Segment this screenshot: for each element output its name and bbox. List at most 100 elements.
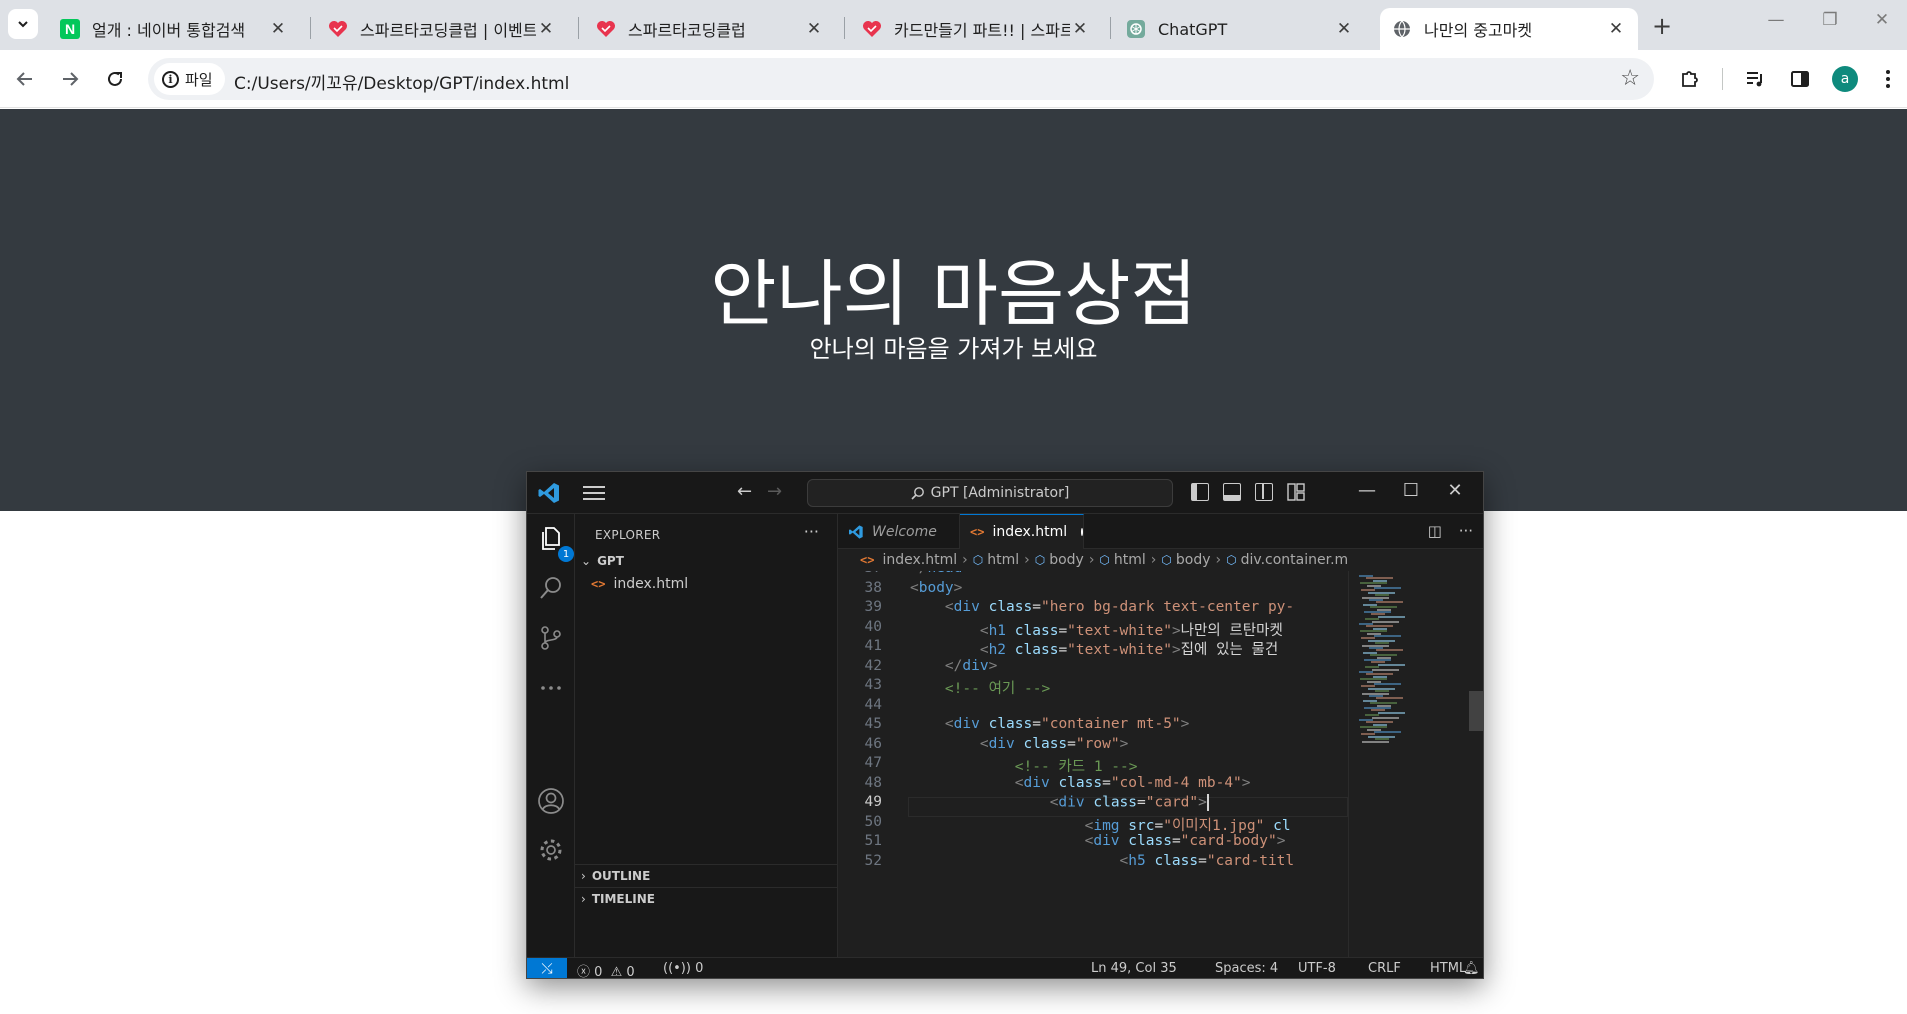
more-views-icon[interactable] bbox=[537, 674, 565, 702]
language-mode[interactable]: HTML bbox=[1430, 961, 1466, 976]
code-line[interactable]: 40 <h1 class="text-white">나만의 르탄마켓 bbox=[838, 619, 1348, 639]
code-editor[interactable]: 37 </head> 38 <body> 39 <div class="hero bg-… bbox=[838, 571, 1348, 957]
forward-button[interactable] bbox=[55, 64, 85, 94]
folder-gpt[interactable]: ⌄ GPT bbox=[581, 554, 624, 568]
line-number: 48 bbox=[864, 774, 882, 791]
code-line[interactable]: 43 <!-- 여기 --> bbox=[838, 677, 1348, 697]
vscode-minimize-button[interactable]: — bbox=[1349, 480, 1385, 501]
minimap[interactable] bbox=[1348, 571, 1483, 957]
maximize-button[interactable]: ❐ bbox=[1810, 10, 1850, 30]
error-icon: ⓧ bbox=[577, 965, 591, 979]
address-bar[interactable]: i 파일 C:/Users/끼꼬유/Desktop/GPT/index.html… bbox=[148, 58, 1654, 100]
new-tab-button[interactable]: + bbox=[1650, 12, 1674, 40]
code-line[interactable]: 48 <div class="col-md-4 mb-4"> bbox=[838, 775, 1348, 795]
code-line[interactable]: 52 <h5 class="card-titl bbox=[838, 853, 1348, 873]
html-file-icon: <> bbox=[860, 553, 875, 567]
media-button[interactable] bbox=[1740, 64, 1770, 94]
minimize-button[interactable]: — bbox=[1756, 10, 1796, 30]
code-line[interactable]: 50 <img src="이미지1.jpg" cl bbox=[838, 814, 1348, 834]
ports-status[interactable]: ((•)) 0 bbox=[663, 961, 703, 976]
search-icon[interactable] bbox=[537, 574, 565, 602]
browser-tab[interactable]: 스파르타코딩클럽 | 이벤트 ✕ bbox=[316, 8, 568, 50]
browser-tab[interactable]: 스파르타코딩클럽 ✕ bbox=[584, 8, 836, 50]
breadcrumb-item[interactable]: html bbox=[987, 552, 1019, 568]
notifications-bell-icon[interactable]: 🔔︎ bbox=[1463, 961, 1480, 976]
eol-status[interactable]: CRLF bbox=[1368, 961, 1401, 976]
code-line[interactable]: 41 <h2 class="text-white">집에 있는 물건 bbox=[838, 638, 1348, 658]
tab-index-html[interactable]: <> index.html bbox=[960, 514, 1084, 549]
split-editor-icon[interactable]: ◫ bbox=[1428, 522, 1442, 540]
toggle-sidebar-icon[interactable] bbox=[1191, 483, 1209, 501]
hamburger-menu-icon[interactable] bbox=[583, 482, 605, 504]
source-control-icon[interactable] bbox=[537, 624, 565, 652]
url-text[interactable]: C:/Users/끼꼬유/Desktop/GPT/index.html bbox=[234, 69, 569, 94]
unsaved-dot-icon[interactable] bbox=[1081, 528, 1083, 536]
site-info-chip[interactable]: i 파일 bbox=[154, 63, 225, 95]
vscode-close-button[interactable]: ✕ bbox=[1437, 480, 1473, 501]
code-text: <div class="card-body"> bbox=[1084, 833, 1286, 849]
code-line[interactable]: 44 bbox=[838, 697, 1348, 717]
code-line[interactable]: 46 <div class="row"> bbox=[838, 736, 1348, 756]
breadcrumb-item[interactable]: div.container.m bbox=[1241, 552, 1349, 568]
vscode-maximize-button[interactable]: ☐ bbox=[1393, 480, 1429, 501]
browser-tab[interactable]: 카드만들기 파트!! | 스파르 ✕ bbox=[850, 8, 1102, 50]
file-index-html[interactable]: <> index.html bbox=[591, 576, 688, 592]
breadcrumb-item[interactable]: html bbox=[1114, 552, 1146, 568]
toolbar-divider bbox=[1722, 68, 1723, 90]
close-icon[interactable]: ✕ bbox=[268, 19, 288, 39]
explorer-more-icon[interactable]: ··· bbox=[804, 522, 819, 541]
close-window-button[interactable]: ✕ bbox=[1862, 10, 1902, 30]
timeline-section[interactable]: › TIMELINE bbox=[575, 887, 837, 910]
code-line[interactable]: 42 </div> bbox=[838, 658, 1348, 678]
bookmark-star-icon[interactable]: ☆ bbox=[1620, 66, 1640, 91]
account-icon[interactable] bbox=[537, 787, 565, 815]
remote-indicator-icon[interactable]: ⤯ bbox=[527, 958, 567, 978]
browser-tab[interactable]: ChatGPT ✕ bbox=[1114, 8, 1366, 50]
cursor-position[interactable]: Ln 49, Col 35 bbox=[1091, 961, 1177, 976]
customize-layout-icon[interactable] bbox=[1287, 483, 1305, 501]
browser-menu-button[interactable] bbox=[1873, 64, 1903, 94]
scrollbar-thumb[interactable] bbox=[1469, 691, 1483, 731]
profile-avatar[interactable]: a bbox=[1832, 66, 1858, 92]
file-label: index.html bbox=[613, 576, 689, 592]
code-line[interactable]: 38 <body> bbox=[838, 580, 1348, 600]
breadcrumb-item[interactable]: body bbox=[1049, 552, 1084, 568]
code-line[interactable]: 49 <div class="card"> bbox=[838, 794, 1348, 814]
go-forward-icon[interactable]: → bbox=[767, 481, 782, 502]
toggle-secondary-sidebar-icon[interactable] bbox=[1255, 483, 1273, 501]
code-line[interactable]: 51 <div class="card-body"> bbox=[838, 833, 1348, 853]
indentation-status[interactable]: Spaces: 4 bbox=[1215, 961, 1278, 976]
tab-label: index.html bbox=[992, 524, 1068, 540]
hero-subtitle: 안나의 마음을 가져가 보세요 bbox=[809, 335, 1098, 363]
close-icon[interactable]: ✕ bbox=[804, 19, 824, 39]
extensions-button[interactable] bbox=[1675, 64, 1705, 94]
close-icon[interactable]: ✕ bbox=[1334, 19, 1354, 39]
go-back-icon[interactable]: ← bbox=[737, 481, 752, 502]
reload-button[interactable] bbox=[100, 64, 130, 94]
outline-section[interactable]: › OUTLINE bbox=[575, 864, 837, 887]
command-center-search[interactable]: GPT [Administrator] bbox=[807, 479, 1173, 507]
code-line[interactable]: 39 <div class="hero bg-dark text-center … bbox=[838, 599, 1348, 619]
code-line[interactable]: 47 <!-- 카드 1 --> bbox=[838, 755, 1348, 775]
code-line[interactable]: 37 </head> bbox=[838, 571, 1348, 580]
minimap-line bbox=[1376, 697, 1403, 700]
code-line[interactable]: 45 <div class="container mt-5"> bbox=[838, 716, 1348, 736]
tab-search-button[interactable] bbox=[8, 9, 38, 39]
breadcrumb-item[interactable]: body bbox=[1176, 552, 1211, 568]
back-button[interactable] bbox=[10, 64, 40, 94]
encoding-status[interactable]: UTF-8 bbox=[1298, 961, 1336, 976]
toggle-panel-icon[interactable] bbox=[1223, 483, 1241, 501]
close-icon[interactable]: ✕ bbox=[1606, 19, 1626, 39]
chevron-right-icon: › bbox=[581, 869, 586, 883]
side-panel-button[interactable] bbox=[1785, 64, 1815, 94]
close-icon[interactable]: ✕ bbox=[1070, 19, 1090, 39]
problems-status[interactable]: ⓧ 0 ⚠ 0 bbox=[577, 961, 635, 979]
settings-gear-icon[interactable] bbox=[537, 836, 565, 864]
more-actions-icon[interactable]: ··· bbox=[1459, 522, 1473, 540]
close-icon[interactable]: ✕ bbox=[536, 19, 556, 39]
tab-title: 스파르타코딩클럽 bbox=[628, 21, 746, 40]
browser-tab[interactable]: N 얼개 : 네이버 통합검색 ✕ bbox=[48, 8, 300, 50]
browser-tab-active[interactable]: 나만의 중고마켓 ✕ bbox=[1380, 8, 1638, 50]
tab-welcome[interactable]: Welcome bbox=[838, 514, 960, 549]
breadcrumb-item[interactable]: index.html bbox=[882, 552, 957, 568]
